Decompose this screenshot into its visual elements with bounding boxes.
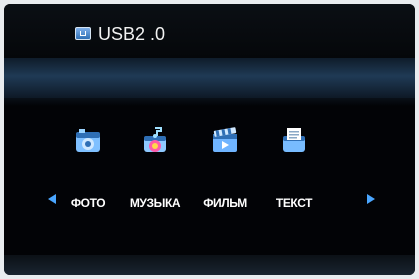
right-arrow-icon[interactable] — [365, 193, 377, 205]
header-bar: USB2 .0 — [4, 4, 415, 58]
menu-item-music[interactable]: МУЗЫКА — [123, 122, 187, 212]
top-highlight-band — [4, 58, 415, 98]
footer-bar — [4, 255, 415, 275]
menu-item-label: ФИЛЬМ — [203, 196, 247, 210]
music-icon — [144, 127, 166, 152]
menu-item-film[interactable]: ФИЛЬМ — [193, 122, 257, 212]
media-player-screen: USB2 .0 ФОТО МУЗЫКА ФИЛЬМ ТЕКСТ — [4, 4, 415, 275]
menu-item-text[interactable]: ТЕКСТ — [262, 122, 326, 212]
film-icon — [213, 127, 237, 152]
photo-icon — [76, 129, 100, 152]
device-title: USB2 .0 — [98, 24, 166, 44]
menu-item-label: ТЕКСТ — [275, 196, 313, 210]
menu-item-label: ФОТО — [70, 196, 106, 210]
menu-item-photo[interactable]: ФОТО — [56, 122, 120, 212]
menu-item-label: МУЗЫКА — [129, 196, 181, 210]
band-shadow — [4, 98, 415, 106]
usb-drive-icon — [75, 27, 91, 40]
text-icon — [283, 128, 305, 152]
